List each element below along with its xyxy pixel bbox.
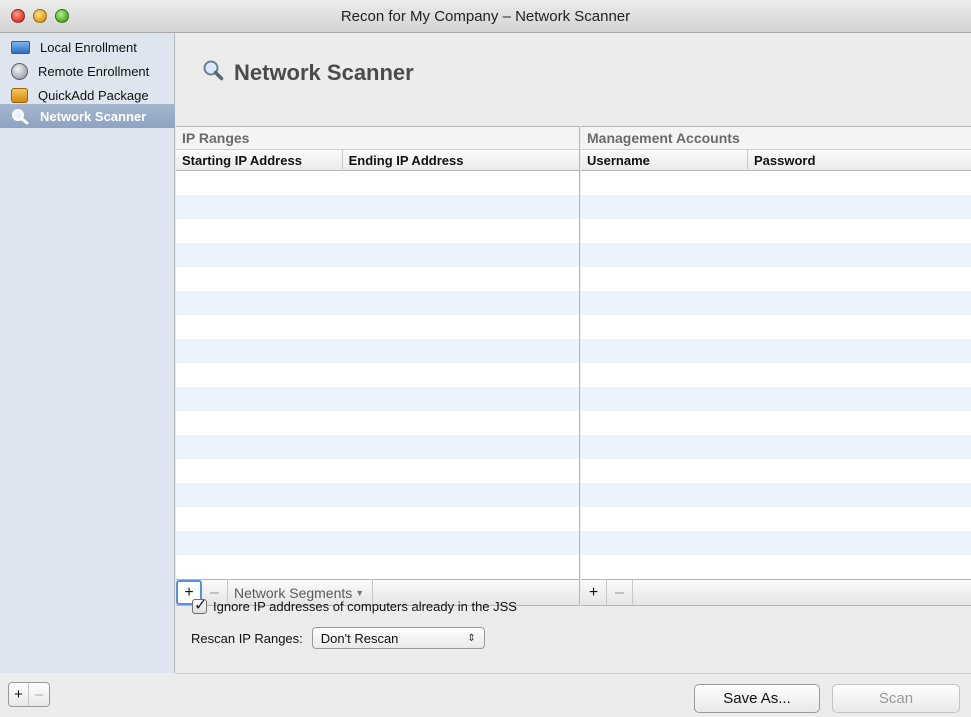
sidebar-item-label: Remote Enrollment (38, 63, 150, 79)
globe-icon (11, 62, 28, 80)
title-bar: Recon for My Company – Network Scanner (0, 0, 971, 33)
rescan-select[interactable]: Don't Rescan ⇕ (311, 627, 485, 649)
ip-ranges-table-body[interactable] (176, 171, 579, 579)
scan-button[interactable]: Scan (832, 684, 960, 713)
ignore-jss-checkbox[interactable] (192, 595, 207, 615)
accounts-footer: + – (581, 579, 971, 606)
sidebar: Local Enrollment Remote Enrollment Quick… (0, 33, 175, 673)
ip-ranges-column-headers: Starting IP Address Ending IP Address (176, 150, 579, 171)
bottom-bar: Save As... Scan (176, 673, 971, 717)
ignore-jss-option[interactable]: Ignore IP addresses of computers already… (192, 595, 517, 615)
magnifier-icon (11, 108, 30, 125)
ignore-jss-label: Ignore IP addresses of computers already… (213, 599, 517, 614)
ip-ranges-panel: IP Ranges Starting IP Address Ending IP … (176, 126, 580, 579)
main-content: Network Scanner IP Ranges Starting IP Ad… (176, 33, 971, 673)
package-icon (11, 87, 28, 103)
sidebar-footer: + – (8, 682, 50, 707)
updown-arrows-icon: ⇕ (467, 632, 476, 644)
ip-ranges-title: IP Ranges (176, 127, 579, 150)
column-header-starting-ip[interactable]: Starting IP Address (176, 150, 343, 171)
add-account-button[interactable]: + (581, 580, 607, 605)
management-accounts-panel: Management Accounts Username Password (581, 126, 971, 579)
column-header-username[interactable]: Username (581, 150, 748, 171)
accounts-table-body[interactable] (581, 171, 971, 579)
sidebar-item-local-enrollment[interactable]: Local Enrollment (0, 35, 175, 59)
column-header-ending-ip[interactable]: Ending IP Address (343, 150, 579, 171)
column-header-password[interactable]: Password (748, 150, 971, 171)
sidebar-add-button[interactable]: + (9, 683, 29, 706)
management-accounts-title: Management Accounts (581, 127, 971, 150)
sidebar-remove-button[interactable]: – (29, 683, 49, 706)
sidebar-add-remove-control: + – (8, 682, 50, 707)
remove-account-button[interactable]: – (607, 580, 633, 605)
page-title-text: Network Scanner (234, 60, 414, 85)
monitor-icon (11, 40, 30, 54)
sidebar-item-label: Local Enrollment (40, 39, 137, 55)
sidebar-item-label: QuickAdd Package (38, 87, 149, 103)
rescan-label: Rescan IP Ranges: (191, 630, 303, 646)
sidebar-item-network-scanner[interactable]: Network Scanner (0, 104, 175, 128)
accounts-column-headers: Username Password (581, 150, 971, 171)
sidebar-item-label: Network Scanner (40, 108, 147, 124)
sidebar-item-remote-enrollment[interactable]: Remote Enrollment (0, 59, 175, 83)
rescan-option: Rescan IP Ranges: Don't Rescan ⇕ (191, 627, 485, 649)
dropdown-caret-icon: ▼ (355, 587, 365, 598)
window-title: Recon for My Company – Network Scanner (340, 8, 631, 25)
page-title: Network Scanner (202, 59, 414, 87)
magnifier-icon (202, 59, 224, 87)
rescan-select-value: Don't Rescan (320, 630, 399, 646)
save-as-button[interactable]: Save As... (694, 684, 820, 713)
